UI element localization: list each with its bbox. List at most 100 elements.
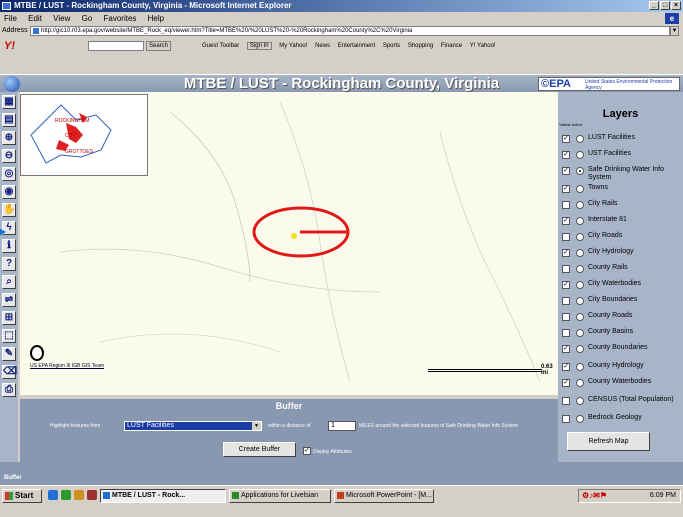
system-tray: ⚙♪✉⚑ 6:09 PM (578, 489, 681, 503)
layer-active-radio[interactable] (576, 379, 584, 387)
zoom-in-icon[interactable]: ⊕ (2, 131, 16, 145)
yahoo-search-button[interactable]: Search (146, 41, 172, 51)
layer-visible-checkbox[interactable] (562, 313, 570, 321)
news-link[interactable]: News (315, 43, 330, 49)
layer-visible-checkbox[interactable]: ✓ (562, 217, 570, 225)
sports-link[interactable]: Sports (383, 43, 400, 49)
layer-visible-checkbox[interactable] (562, 233, 570, 241)
selected-feature-point[interactable] (291, 233, 297, 239)
layer-visible-checkbox[interactable] (562, 415, 570, 423)
select-line-icon[interactable]: ✎ (2, 347, 16, 361)
layer-active-radio[interactable] (576, 249, 584, 257)
zoom-active-layer-icon[interactable]: ◉ (2, 185, 16, 199)
measure-icon[interactable]: ⇌ (2, 293, 16, 307)
epa-logo[interactable]: ©EPA United States Environmental Protect… (538, 77, 680, 91)
layer-active-radio[interactable] (576, 185, 584, 193)
maximize-button[interactable]: □ (660, 1, 670, 10)
zoom-full-icon[interactable]: ◎ (2, 167, 16, 181)
layer-visible-checkbox[interactable] (562, 201, 570, 209)
zoom-out-icon[interactable]: ⊖ (2, 149, 16, 163)
yahoo-search-input[interactable] (88, 41, 144, 51)
display-attributes-checkbox[interactable]: ✓ (303, 447, 311, 455)
overview-map[interactable]: ROCKINGHAM CITY GROTTOES (20, 94, 148, 176)
find-binoculars-icon[interactable]: ⌕ (2, 275, 16, 289)
menu-help[interactable]: Help (148, 14, 164, 23)
yahoo-link[interactable]: Y! Yahoo! (470, 43, 496, 49)
toggle-overview-icon[interactable]: ▦ (2, 95, 16, 109)
identify-icon[interactable]: ℹ (2, 239, 16, 253)
shopping-link[interactable]: Shopping (408, 43, 433, 49)
layer-visible-checkbox[interactable]: ✓ (562, 379, 570, 387)
layer-visible-checkbox[interactable] (562, 329, 570, 337)
layer-active-radio[interactable] (576, 265, 584, 273)
task-mtbe-lust[interactable]: MTBE / LUST - Rock... (100, 489, 226, 503)
clear-selection-icon[interactable]: ⌫ (2, 365, 17, 379)
layer-visible-checkbox[interactable]: ✓ (562, 249, 570, 257)
layer-active-radio[interactable] (576, 217, 584, 225)
tray-icons[interactable]: ⚙♪✉⚑ (582, 490, 607, 502)
buffer-layer-select[interactable]: LUST Facilities ▼ (124, 421, 262, 431)
menu-favorites[interactable]: Favorites (104, 14, 137, 23)
ie-task-icon (103, 492, 110, 499)
buffer-icon[interactable]: ⊞ (2, 311, 16, 325)
print-icon[interactable]: ⎙ (2, 383, 16, 397)
layer-active-radio[interactable] (576, 135, 584, 143)
layer-visible-checkbox[interactable]: ✓ (562, 151, 570, 159)
pan-hand-icon[interactable]: ✋ (2, 203, 16, 217)
map-credit[interactable]: US EPA Region III IGB GIS Team (30, 363, 104, 369)
minimize-button[interactable]: _ (649, 1, 659, 10)
layer-active-radio[interactable] (576, 363, 584, 371)
window-title-bar[interactable]: MTBE / LUST - Rockingham County, Virgini… (0, 0, 683, 12)
create-buffer-button[interactable]: Create Buffer (223, 442, 296, 457)
quicklaunch-desktop-icon[interactable] (61, 490, 71, 500)
task-powerpoint[interactable]: Microsoft PowerPoint - [M... (334, 489, 434, 503)
layer-active-radio[interactable] (576, 297, 584, 305)
query-icon[interactable]: ? (2, 257, 16, 271)
layer-active-radio[interactable] (576, 313, 584, 321)
layer-visible-checkbox[interactable] (562, 265, 570, 273)
quicklaunch-outlook-icon[interactable] (74, 490, 84, 500)
layer-visible-checkbox[interactable]: ✓ (562, 185, 570, 193)
select-rectangle-icon[interactable]: ⬚ (2, 329, 16, 343)
layer-visible-checkbox[interactable]: ✓ (562, 167, 570, 175)
layer-row: City Boundaries (558, 294, 683, 310)
address-dropdown-button[interactable]: ▼ (670, 26, 679, 36)
buffer-distance-input[interactable]: 1 (328, 421, 356, 431)
menu-go[interactable]: Go (82, 14, 93, 23)
layer-visible-checkbox[interactable]: ✓ (562, 363, 570, 371)
yahoo-logo[interactable]: Y! (4, 40, 15, 52)
scale-bar (428, 369, 542, 372)
signin-button[interactable]: Sign In (246, 42, 272, 50)
layer-active-radio[interactable] (576, 415, 584, 423)
layer-active-radio[interactable] (576, 329, 584, 337)
clock[interactable]: 6:09 PM (650, 490, 676, 502)
finance-link[interactable]: Finance (441, 43, 462, 49)
address-input[interactable]: http://gic10.r03.epa.gov/website/MTBE_Ro… (30, 26, 670, 36)
layer-visible-checkbox[interactable]: ✓ (562, 281, 570, 289)
layer-visible-checkbox[interactable] (562, 397, 570, 405)
quicklaunch-ie-icon[interactable] (48, 490, 58, 500)
entertainment-link[interactable]: Entertainment (338, 43, 375, 49)
menu-edit[interactable]: Edit (28, 14, 42, 23)
layer-active-radio[interactable] (576, 233, 584, 241)
start-button[interactable]: Start (2, 489, 42, 503)
menu-file[interactable]: File (4, 14, 17, 23)
layer-visible-checkbox[interactable]: ✓ (562, 135, 570, 143)
layer-active-radio[interactable] (576, 397, 584, 405)
quicklaunch-app-icon[interactable] (87, 490, 97, 500)
layer-active-radio[interactable] (576, 151, 584, 159)
close-button[interactable]: × (671, 1, 681, 10)
layer-visible-checkbox[interactable]: ✓ (562, 345, 570, 353)
chevron-down-icon[interactable]: ▼ (252, 422, 261, 430)
my-yahoo-link[interactable]: My Yahoo! (279, 43, 307, 49)
task-applications[interactable]: Applications for Livelsian (229, 489, 331, 503)
layer-active-radio[interactable] (576, 201, 584, 209)
layer-active-radio[interactable] (576, 345, 584, 353)
layer-name: County Roads (588, 312, 633, 319)
refresh-map-button[interactable]: Refresh Map (567, 432, 650, 451)
layer-active-radio[interactable] (576, 281, 584, 289)
layer-visible-checkbox[interactable] (562, 297, 570, 305)
layer-active-radio[interactable] (576, 167, 584, 175)
menu-view[interactable]: View (53, 14, 70, 23)
legend-icon[interactable]: ▤ (2, 113, 16, 127)
